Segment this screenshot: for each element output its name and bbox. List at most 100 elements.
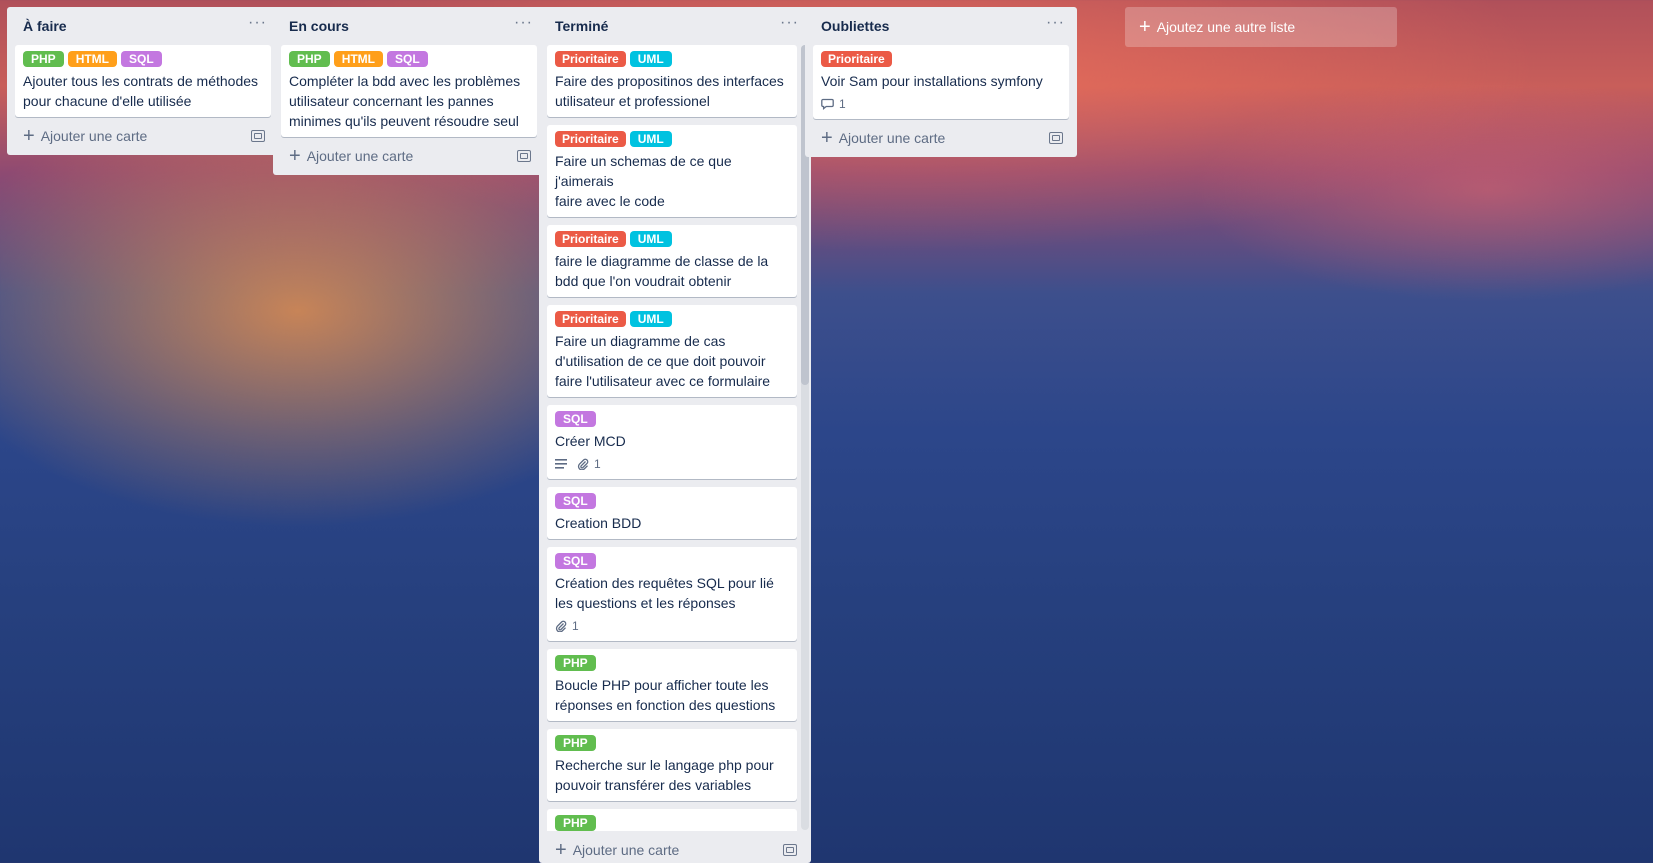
- card-labels: Prioritaire UML: [555, 51, 789, 67]
- label-prioritaire[interactable]: Prioritaire: [821, 51, 892, 67]
- card-template-icon[interactable]: [251, 130, 265, 142]
- card-labels: Prioritaire UML: [555, 231, 789, 247]
- label-uml[interactable]: UML: [629, 51, 672, 67]
- list-menu-icon[interactable]: ···: [780, 15, 799, 34]
- card[interactable]: SQL Créer MCD 1: [547, 405, 797, 479]
- label-sql[interactable]: SQL: [555, 493, 596, 509]
- add-list-label: Ajoutez une autre liste: [1156, 19, 1296, 35]
- card-title: Boucle PHP pour afficher toute les répon…: [555, 677, 776, 713]
- card-title: Ajouter tous les contrats de méthodes po…: [23, 73, 259, 109]
- card-title: Créer MCD: [555, 433, 626, 449]
- card-labels: PHP: [555, 655, 789, 671]
- list-menu-icon[interactable]: ···: [514, 15, 533, 34]
- board: À faire ··· PHP HTML SQL Ajouter tous les c…: [0, 0, 1653, 863]
- label-php[interactable]: PHP: [555, 815, 596, 831]
- card-template-icon[interactable]: [1049, 132, 1063, 144]
- card-labels: PHP: [555, 815, 789, 831]
- list-scrollbar[interactable]: [801, 45, 809, 830]
- list-header: Oubliettes ···: [813, 7, 1069, 45]
- card[interactable]: Prioritaire UML Faire des propositinos des…: [547, 45, 797, 117]
- label-html[interactable]: HTML: [333, 51, 384, 67]
- list-title[interactable]: Terminé: [555, 18, 608, 34]
- card-labels: PHP HTML SQL: [23, 51, 263, 67]
- card[interactable]: SQL Creation BDD: [547, 487, 797, 539]
- card-title: Voir Sam pour installations symfony: [821, 73, 1043, 89]
- plus-icon: +: [555, 839, 567, 861]
- list-menu-icon[interactable]: ···: [248, 15, 267, 34]
- list-title[interactable]: Oubliettes: [821, 18, 889, 34]
- list-footer: + Ajouter une carte: [15, 117, 271, 155]
- card-badges: 1: [555, 455, 789, 473]
- card[interactable]: Prioritaire UML Faire un schemas de ce que…: [547, 125, 797, 217]
- label-sql[interactable]: SQL: [555, 553, 596, 569]
- card-title: Faire un schemas de ce que j'aimerais fa…: [555, 153, 732, 209]
- card-title: faire le diagramme de classe de la bdd q…: [555, 253, 769, 289]
- card[interactable]: Prioritaire Voir Sam pour installations s…: [813, 45, 1069, 119]
- card[interactable]: Prioritaire UML faire le diagramme de clas…: [547, 225, 797, 297]
- add-card-button[interactable]: + Ajouter une carte: [821, 127, 946, 149]
- comment-icon: [821, 98, 834, 110]
- plus-icon: +: [1139, 16, 1151, 38]
- card-template-icon[interactable]: [517, 150, 531, 162]
- add-card-label: Ajouter une carte: [40, 128, 148, 144]
- label-prioritaire[interactable]: Prioritaire: [555, 231, 626, 247]
- plus-icon: +: [821, 127, 833, 149]
- attachment-count: 1: [594, 457, 601, 471]
- list-header: À faire ···: [15, 7, 271, 45]
- label-php[interactable]: PHP: [289, 51, 330, 67]
- list-oubliettes: Oubliettes ··· Prioritaire Voir Sam pour …: [805, 7, 1077, 157]
- list-title[interactable]: En cours: [289, 18, 349, 34]
- card-labels: PHP HTML SQL: [289, 51, 529, 67]
- card-title: Creation BDD: [555, 515, 642, 531]
- add-list-button[interactable]: + Ajoutez une autre liste: [1125, 7, 1397, 47]
- list-header: En cours ···: [281, 7, 537, 45]
- card[interactable]: PHP HTML SQL Compléter la bdd avec les prob…: [281, 45, 537, 137]
- label-html[interactable]: HTML: [67, 51, 118, 67]
- list-termine: Terminé ··· Prioritaire UML Faire des prop…: [539, 7, 811, 863]
- list-menu-icon[interactable]: ···: [1046, 15, 1065, 34]
- card-list: PHP HTML SQL Ajouter tous les contrats de m…: [15, 45, 271, 117]
- label-php[interactable]: PHP: [555, 655, 596, 671]
- add-card-label: Ajouter une carte: [838, 130, 946, 146]
- list-title[interactable]: À faire: [23, 18, 67, 34]
- card[interactable]: Prioritaire UML Faire un diagramme de cas …: [547, 305, 797, 397]
- card[interactable]: PHP HTML SQL Ajouter tous les contrats de m…: [15, 45, 271, 117]
- label-prioritaire[interactable]: Prioritaire: [555, 131, 626, 147]
- card-title: Création des requêtes SQL pour lié les q…: [555, 575, 774, 611]
- list-footer: + Ajouter une carte: [547, 831, 803, 863]
- label-prioritaire[interactable]: Prioritaire: [555, 311, 626, 327]
- add-card-button[interactable]: + Ajouter une carte: [555, 839, 680, 861]
- comment-badge: 1: [821, 97, 846, 111]
- label-php[interactable]: PHP: [555, 735, 596, 751]
- description-icon: [555, 459, 567, 469]
- card-badges: 1: [555, 617, 789, 635]
- add-card-label: Ajouter une carte: [572, 842, 680, 858]
- add-card-button[interactable]: + Ajouter une carte: [289, 145, 413, 167]
- label-uml[interactable]: UML: [629, 311, 672, 327]
- card-title: Faire des propositinos des interfaces ut…: [555, 73, 784, 109]
- label-sql[interactable]: SQL: [121, 51, 162, 67]
- card-title: Recherche sur le langage php pour pouvoi…: [555, 757, 774, 793]
- card[interactable]: PHP: [547, 809, 797, 831]
- list-footer: + Ajouter une carte: [281, 137, 537, 175]
- attachment-badge: 1: [577, 457, 601, 471]
- card-labels: Prioritaire UML: [555, 131, 789, 147]
- add-card-button[interactable]: + Ajouter une carte: [23, 125, 148, 147]
- plus-icon: +: [23, 125, 35, 147]
- list-en-cours: En cours ··· PHP HTML SQL Compléter la bdd …: [273, 7, 545, 175]
- attachment-badge: 1: [555, 619, 579, 633]
- label-sql[interactable]: SQL: [555, 411, 596, 427]
- label-sql[interactable]: SQL: [387, 51, 428, 67]
- card-template-icon[interactable]: [783, 844, 797, 856]
- card[interactable]: SQL Création des requêtes SQL pour lié le…: [547, 547, 797, 641]
- card-list: Prioritaire Voir Sam pour installations s…: [813, 45, 1069, 119]
- card-labels: SQL: [555, 493, 789, 509]
- label-prioritaire[interactable]: Prioritaire: [555, 51, 626, 67]
- plus-icon: +: [289, 145, 301, 167]
- card[interactable]: PHP Boucle PHP pour afficher toute les ré…: [547, 649, 797, 721]
- attachment-count: 1: [572, 619, 579, 633]
- label-uml[interactable]: UML: [629, 131, 672, 147]
- label-php[interactable]: PHP: [23, 51, 64, 67]
- label-uml[interactable]: UML: [629, 231, 672, 247]
- card[interactable]: PHP Recherche sur le langage php pour pou…: [547, 729, 797, 801]
